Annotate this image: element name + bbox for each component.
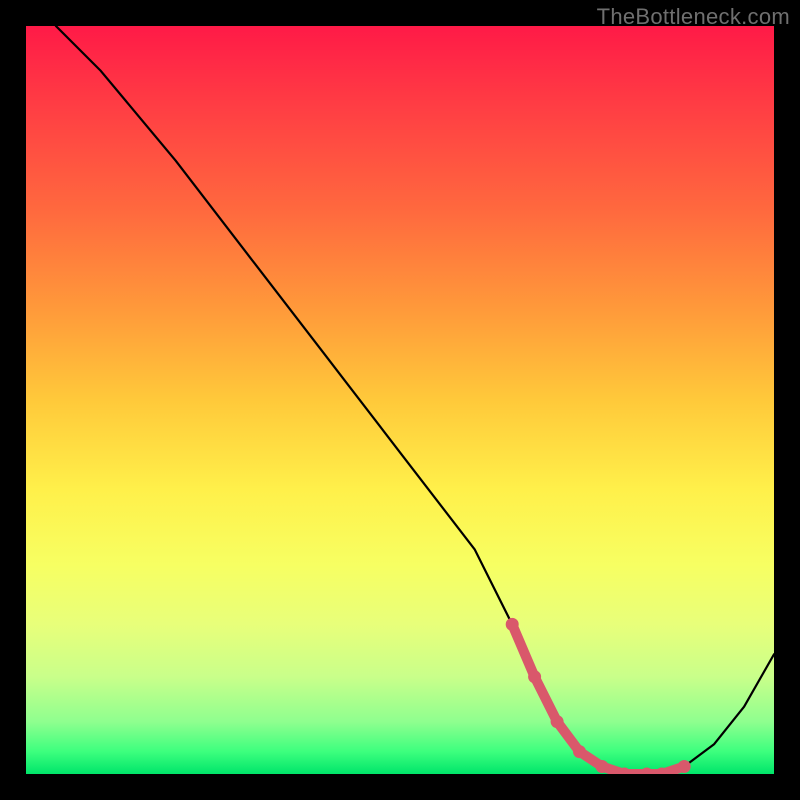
watermark-text: TheBottleneck.com [597, 4, 790, 30]
chart-stage: TheBottleneck.com [0, 0, 800, 800]
heat-gradient-background [26, 26, 774, 774]
plot-area [26, 26, 774, 774]
plot-inner [26, 26, 774, 774]
